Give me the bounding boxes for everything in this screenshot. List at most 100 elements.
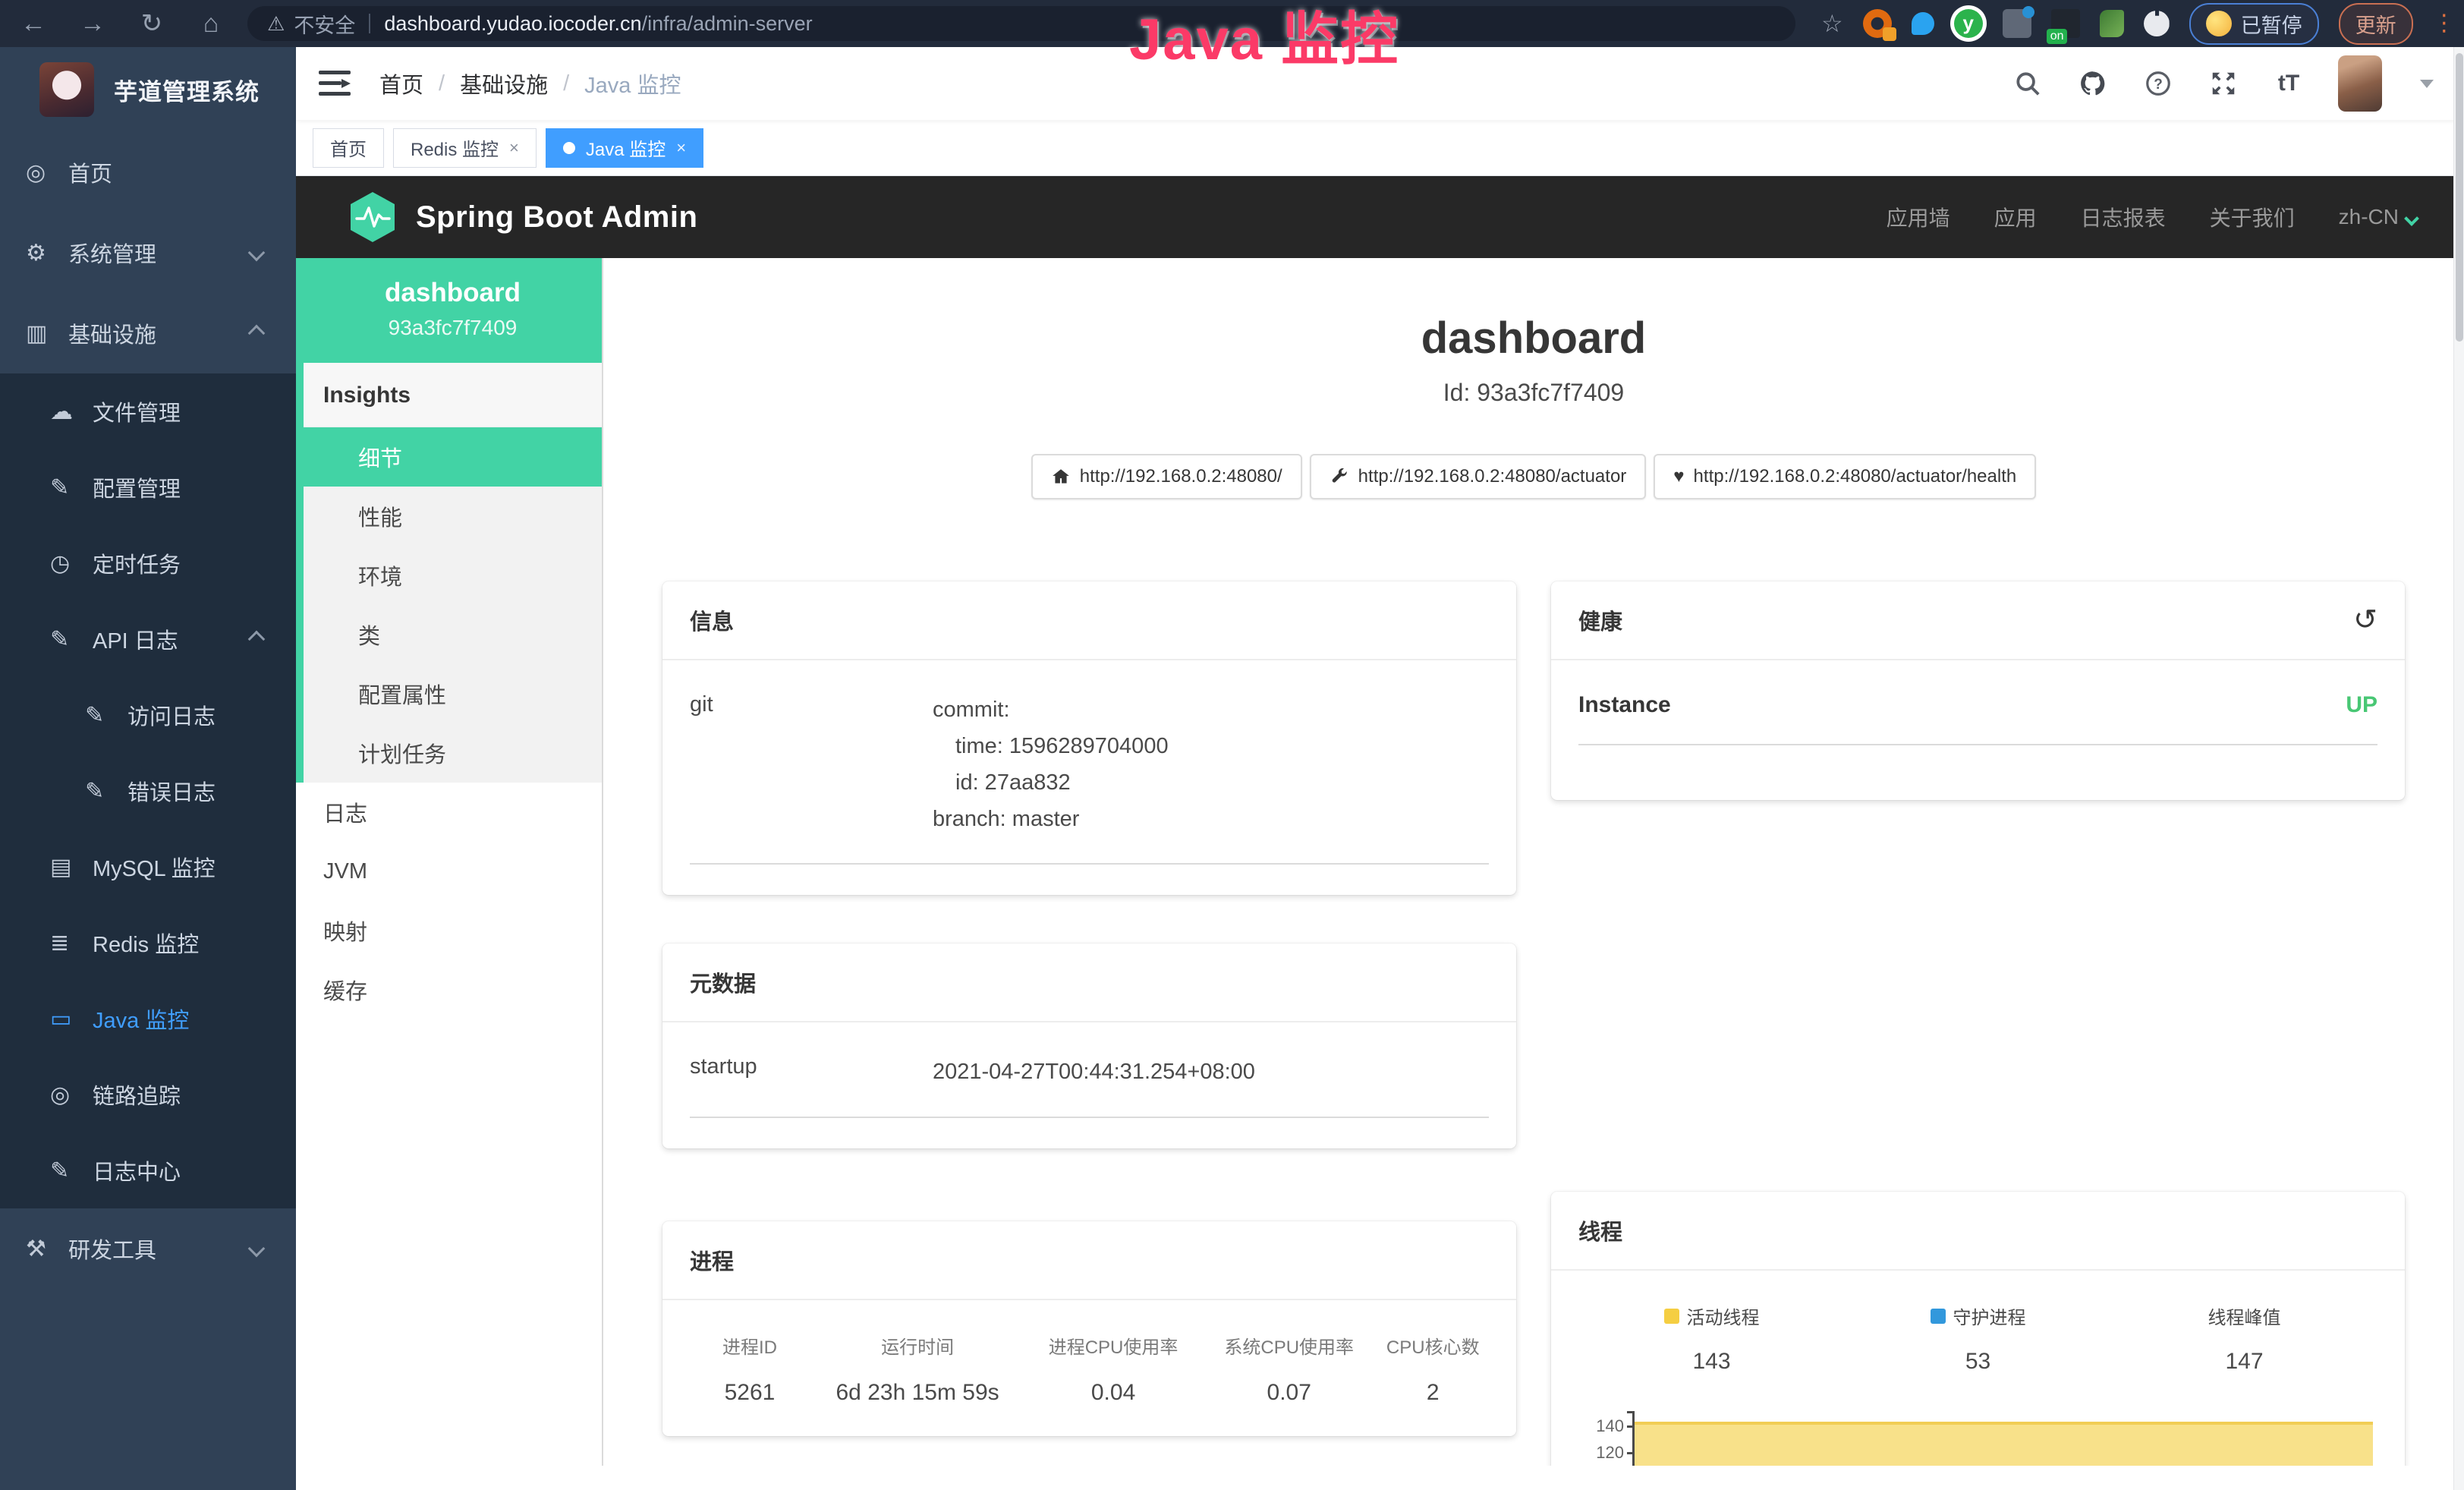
legend-value: 147: [2225, 1349, 2263, 1375]
brand-logo: [39, 62, 94, 117]
instance-name: dashboard: [311, 278, 594, 308]
sba-item-caches[interactable]: 缓存: [296, 960, 602, 1019]
collapse-sidebar-icon[interactable]: [319, 71, 351, 96]
sba-item-classes[interactable]: 类: [304, 605, 602, 664]
sidebar-item-java-monitor[interactable]: ▭Java 监控: [0, 981, 296, 1057]
reload-icon[interactable]: ↻: [137, 8, 167, 39]
chevron-up-icon: [248, 325, 266, 342]
extension-icon-pin[interactable]: [1912, 12, 1934, 35]
sidebar-item-infrastructure[interactable]: ▥基础设施: [0, 293, 296, 373]
back-icon[interactable]: ←: [18, 9, 49, 39]
endpoint-home-button[interactable]: http://192.168.0.2:48080/: [1031, 454, 1302, 499]
divider: [690, 1117, 1489, 1118]
sba-nav-wallboard[interactable]: 应用墙: [1887, 202, 1950, 232]
breadcrumb-infrastructure[interactable]: 基础设施: [460, 68, 548, 99]
divider: [1578, 744, 2377, 745]
tab-home[interactable]: 首页: [313, 128, 384, 168]
tab-label: 首页: [330, 134, 367, 161]
tab-java-monitor[interactable]: Java 监控 ×: [546, 128, 703, 168]
health-instance-row[interactable]: Instance UP: [1578, 692, 2377, 718]
instance-header[interactable]: dashboard 93a3fc7f7409: [296, 258, 602, 363]
chevron-up-icon: [248, 631, 266, 648]
sidebar-item-error-logs[interactable]: ✎错误日志: [0, 753, 296, 829]
breadcrumb-home[interactable]: 首页: [379, 68, 423, 99]
close-icon[interactable]: ×: [676, 138, 686, 158]
close-icon[interactable]: ×: [509, 138, 519, 158]
sba-nav-about[interactable]: 关于我们: [2210, 202, 2295, 232]
sba-locale-select[interactable]: zh-CN: [2339, 205, 2417, 229]
brand-title: 芋道管理系统: [114, 73, 260, 107]
card-title: 健康: [1578, 604, 1622, 636]
extension-icon-y[interactable]: [1954, 9, 1983, 38]
extension-icon-grid[interactable]: [2003, 9, 2031, 38]
endpoint-health-button[interactable]: ♥ http://192.168.0.2:48080/actuator/heal…: [1654, 454, 2036, 499]
extensions-puzzle-icon[interactable]: [2144, 11, 2170, 36]
metadata-card: 元数据 startup 2021-04-27T00:44:31.254+08:0…: [662, 943, 1516, 1148]
forward-icon[interactable]: →: [77, 9, 108, 39]
sba-item-metrics[interactable]: 性能: [304, 487, 602, 546]
endpoint-actuator-button[interactable]: http://192.168.0.2:48080/actuator: [1310, 454, 1647, 499]
help-icon[interactable]: ?: [2142, 68, 2174, 99]
threads-card: 线程 活动线程 143 守护进程 53: [1551, 1192, 2405, 1466]
legend-swatch-blue: [1931, 1309, 1946, 1324]
security-label[interactable]: 不安全: [294, 9, 355, 39]
profile-paused-badge[interactable]: 已暂停: [2189, 3, 2319, 45]
brand-block[interactable]: 芋道管理系统: [0, 47, 296, 132]
sidebar-item-label: 错误日志: [127, 775, 216, 807]
sidebar-item-tracing[interactable]: ◎链路追踪: [0, 1057, 296, 1132]
sidebar-item-dev-tools[interactable]: ⚒研发工具: [0, 1208, 296, 1289]
sba-item-config-props[interactable]: 配置属性: [304, 664, 602, 723]
sidebar-item-api-logs[interactable]: ✎API 日志: [0, 601, 296, 677]
browser-menu-kebab-icon[interactable]: ⋮: [2433, 19, 2445, 28]
sidebar-item-label: 日志中心: [93, 1155, 181, 1186]
legend-swatch-yellow: [1664, 1309, 1679, 1324]
sba-item-details[interactable]: 细节: [304, 427, 602, 487]
sidebar-item-system[interactable]: ⚙系统管理: [0, 213, 296, 293]
chart-y-axis: 140 120 100: [1578, 1410, 1635, 1466]
sidebar-item-home[interactable]: ◎首页: [0, 132, 296, 213]
sidebar-item-label: 首页: [68, 156, 112, 188]
process-value-process-cpu: 0.04: [1025, 1380, 1201, 1406]
sba-item-logs[interactable]: 日志: [296, 783, 602, 842]
sidebar-item-redis-monitor[interactable]: ≣Redis 监控: [0, 905, 296, 981]
chrome-update-button[interactable]: 更新: [2339, 3, 2413, 45]
process-header-cpu-cores: CPU核心数: [1377, 1332, 1489, 1359]
sba-nav-journal[interactable]: 日志报表: [2081, 202, 2166, 232]
sba-nav-applications[interactable]: 应用: [1994, 202, 2037, 232]
bookmark-star-icon[interactable]: ☆: [1821, 9, 1843, 38]
card-title: 线程: [1578, 1214, 1622, 1246]
screen-icon: ▭: [50, 1006, 93, 1032]
address-bar[interactable]: ⚠ 不安全 dashboard.yudao.iocoder.cn/infra/a…: [247, 6, 1795, 41]
font-size-icon[interactable]: tT: [2273, 68, 2305, 99]
sba-item-scheduled-tasks[interactable]: 计划任务: [304, 723, 602, 783]
sidebar-item-mysql-monitor[interactable]: ▤MySQL 监控: [0, 829, 296, 905]
avatar-caret-icon[interactable]: [2420, 80, 2434, 88]
breadcrumb: 首页 / 基础设施 / Java 监控: [379, 68, 681, 99]
sidebar-item-access-logs[interactable]: ✎访问日志: [0, 677, 296, 753]
tab-label: Java 监控: [586, 134, 666, 161]
search-icon[interactable]: [2012, 68, 2044, 99]
github-icon[interactable]: [2077, 68, 2109, 99]
extension-icon-orange[interactable]: [1863, 9, 1892, 38]
tab-redis-monitor[interactable]: Redis 监控×: [393, 128, 537, 168]
sba-item-mappings[interactable]: 映射: [296, 901, 602, 960]
sba-section-insights[interactable]: Insights: [304, 363, 602, 427]
sidebar-item-file-management[interactable]: ☁文件管理: [0, 373, 296, 449]
sidebar-item-config-management[interactable]: ✎配置管理: [0, 449, 296, 525]
security-warning-icon[interactable]: ⚠: [267, 12, 285, 36]
extension-icon-leaf[interactable]: [2100, 10, 2124, 37]
process-header-process-cpu: 进程CPU使用率: [1025, 1332, 1201, 1359]
fullscreen-icon[interactable]: [2208, 68, 2239, 99]
scrollbar-thumb[interactable]: [2456, 53, 2463, 342]
sba-item-environment[interactable]: 环境: [304, 546, 602, 605]
sba-item-jvm[interactable]: JVM: [296, 842, 602, 901]
sidebar-item-log-center[interactable]: ✎日志中心: [0, 1132, 296, 1208]
home-icon[interactable]: ⌂: [196, 9, 226, 39]
user-avatar[interactable]: [2338, 55, 2382, 112]
spring-boot-admin-logo: [349, 191, 396, 243]
scrollbar[interactable]: [2453, 47, 2464, 1490]
sba-brand-title[interactable]: Spring Boot Admin: [416, 200, 697, 235]
sidebar-item-scheduled-tasks[interactable]: ◷定时任务: [0, 525, 296, 601]
history-icon[interactable]: ↺: [2353, 606, 2377, 635]
extension-icon-on-switch[interactable]: [2051, 9, 2080, 38]
